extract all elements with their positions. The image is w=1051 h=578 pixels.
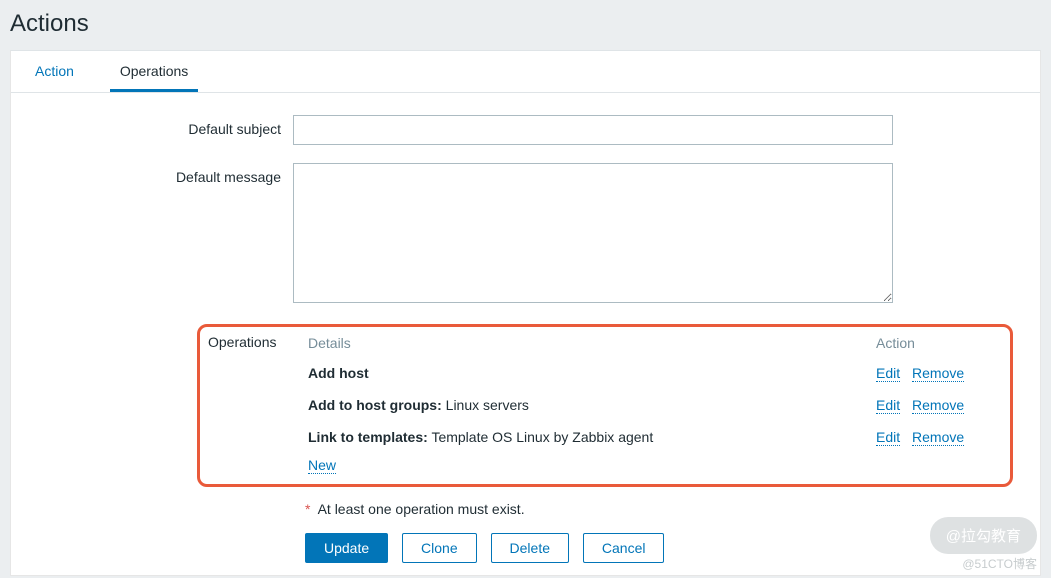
- edit-link[interactable]: Edit: [876, 429, 900, 446]
- table-row: Add host Edit Remove: [308, 357, 996, 389]
- watermark-text: @51CTO博客: [962, 555, 1037, 572]
- row-default-subject: Default subject: [35, 115, 1016, 145]
- required-note-text: At least one operation must exist.: [318, 501, 525, 517]
- col-head-details: Details: [308, 335, 876, 351]
- asterisk-icon: *: [305, 501, 310, 517]
- row-default-message: Default message: [35, 163, 1016, 306]
- op-label: Link to templates:: [308, 429, 428, 445]
- row-operations: Operations Details Action Add host Edit …: [35, 324, 1016, 487]
- button-row: Update Clone Delete Cancel: [305, 517, 1016, 563]
- tab-bar: Action Operations: [11, 51, 1040, 93]
- op-value: Linux servers: [446, 397, 529, 413]
- default-subject-input[interactable]: [293, 115, 893, 145]
- page-title: Actions: [0, 0, 1051, 50]
- default-message-textarea[interactable]: [293, 163, 893, 303]
- remove-link[interactable]: Remove: [912, 365, 964, 382]
- op-value: Template OS Linux by Zabbix agent: [431, 429, 653, 445]
- operations-box: Operations Details Action Add host Edit …: [197, 324, 1013, 487]
- table-row: Link to templates: Template OS Linux by …: [308, 421, 996, 453]
- tab-action[interactable]: Action: [25, 51, 84, 92]
- tab-operations[interactable]: Operations: [110, 51, 198, 92]
- form-area: Default subject Default message Operatio…: [11, 93, 1040, 575]
- col-head-action: Action: [876, 335, 996, 351]
- panel: Action Operations Default subject Defaul…: [10, 50, 1041, 576]
- new-operation-link[interactable]: New: [308, 457, 336, 474]
- required-note: * At least one operation must exist.: [305, 487, 1016, 517]
- clone-button[interactable]: Clone: [402, 533, 477, 563]
- delete-button[interactable]: Delete: [491, 533, 569, 563]
- label-default-subject: Default subject: [35, 115, 293, 137]
- table-row: Add to host groups: Linux servers Edit R…: [308, 389, 996, 421]
- update-button[interactable]: Update: [305, 533, 388, 563]
- op-label: Add to host groups:: [308, 397, 442, 413]
- cancel-button[interactable]: Cancel: [583, 533, 665, 563]
- watermark-badge: @拉勾教育: [930, 517, 1037, 554]
- label-default-message: Default message: [35, 163, 293, 185]
- remove-link[interactable]: Remove: [912, 429, 964, 446]
- edit-link[interactable]: Edit: [876, 397, 900, 414]
- op-label: Add host: [308, 365, 369, 381]
- operations-table-head: Details Action: [308, 335, 996, 357]
- edit-link[interactable]: Edit: [876, 365, 900, 382]
- operations-label-text: Operations: [208, 334, 276, 350]
- remove-link[interactable]: Remove: [912, 397, 964, 414]
